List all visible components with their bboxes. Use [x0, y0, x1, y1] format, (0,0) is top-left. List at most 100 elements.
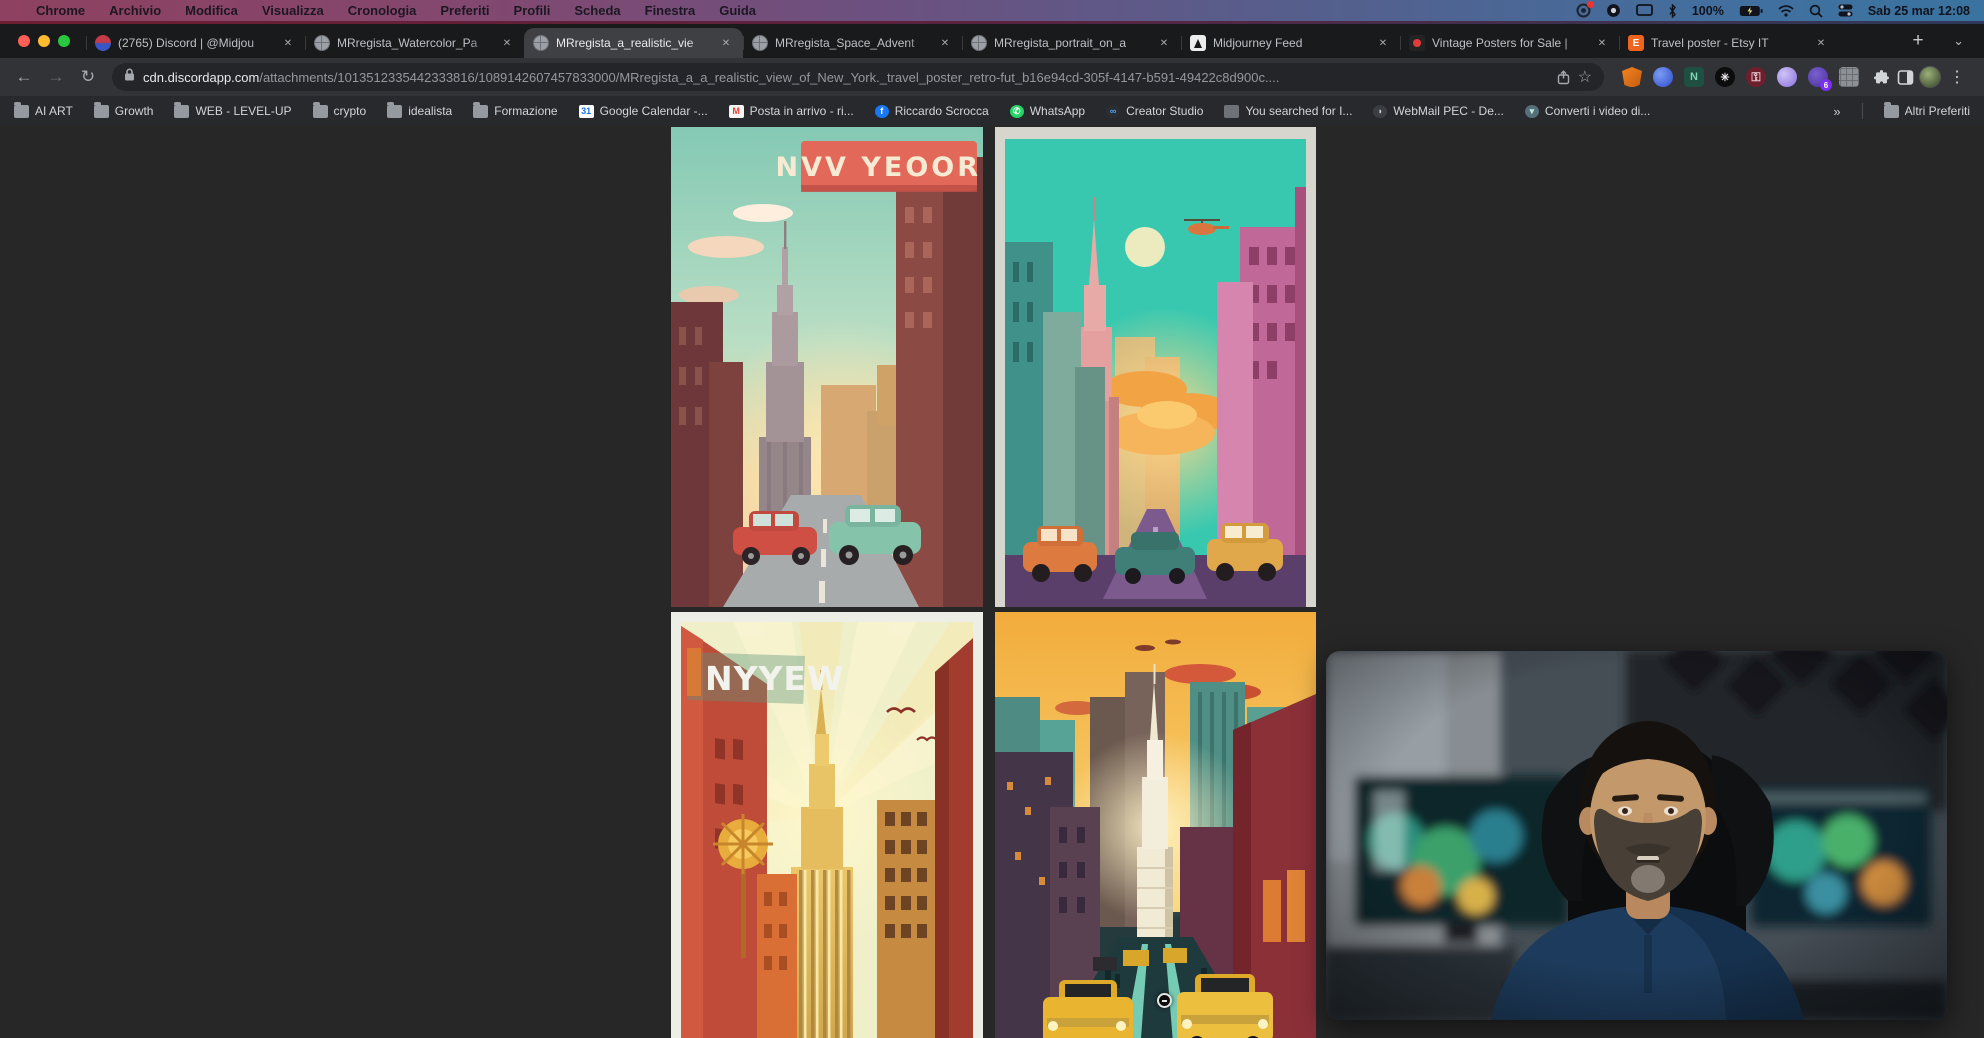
bookmark-label: You searched for I...	[1245, 104, 1352, 118]
menu-item[interactable]: Visualizza	[262, 3, 324, 18]
bookmark-item[interactable]: M Posta in arrivo - ri...	[729, 104, 854, 118]
extension-icon[interactable]	[1746, 67, 1766, 87]
menu-item[interactable]: Archivio	[109, 3, 161, 18]
extension-icon[interactable]: N	[1684, 67, 1704, 87]
extension-icon[interactable]: 6	[1808, 67, 1828, 87]
other-favorites-folder[interactable]: Altri Preferiti	[1884, 104, 1970, 118]
battery-icon[interactable]	[1739, 5, 1763, 17]
extension-icon[interactable]	[1653, 67, 1673, 87]
menu-item[interactable]: Cronologia	[348, 3, 417, 18]
bookmark-label: Creator Studio	[1126, 104, 1203, 118]
url-path: /attachments/1013512335442333816/1089142…	[259, 70, 1279, 85]
window-close-button[interactable]	[18, 35, 30, 47]
menu-item[interactable]: Modifica	[185, 3, 238, 18]
browser-tab[interactable]: Vintage Posters for Sale |	[1400, 28, 1619, 58]
bookmark-item[interactable]: WEB - LEVEL-UP	[174, 104, 291, 118]
bookmark-item[interactable]: crypto	[313, 104, 367, 118]
extension-icon[interactable]	[1777, 67, 1797, 87]
menu-item[interactable]: Finestra	[645, 3, 696, 18]
bookmarks-overflow-chevron[interactable]: »	[1833, 104, 1840, 119]
tab-title: MRregista_a_realistic_vie	[556, 36, 711, 50]
menu-item[interactable]: Chrome	[36, 3, 85, 18]
bookmark-item[interactable]: ✆ WhatsApp	[1010, 104, 1085, 118]
bookmark-item[interactable]: Growth	[94, 104, 154, 118]
bookmark-icon: 31	[579, 105, 594, 118]
control-center-icon[interactable]	[1838, 4, 1853, 17]
wifi-icon[interactable]	[1778, 5, 1794, 17]
bookmark-item[interactable]: ∞ Creator Studio	[1106, 104, 1203, 118]
tab-close-icon[interactable]	[499, 35, 515, 51]
menu-item[interactable]: Scheda	[574, 3, 620, 18]
recording-status-icon[interactable]	[1576, 3, 1591, 18]
extension-icon[interactable]: ✳	[1715, 67, 1735, 87]
tab-close-icon[interactable]	[280, 35, 296, 51]
sidebar-panel-icon[interactable]	[1895, 67, 1915, 87]
bookmark-item[interactable]: AI ART	[14, 104, 73, 118]
bluetooth-icon[interactable]	[1668, 4, 1677, 18]
tab-close-icon[interactable]	[1594, 35, 1610, 51]
menu-item[interactable]: Preferiti	[440, 3, 489, 18]
bookmark-item[interactable]: ◗ WebMail PEC - De...	[1373, 104, 1503, 118]
extension-icon[interactable]	[1839, 67, 1859, 87]
lock-icon[interactable]	[124, 68, 135, 86]
extensions-puzzle-icon[interactable]	[1871, 67, 1891, 87]
window-zoom-button[interactable]	[58, 35, 70, 47]
poster-top-left: NVV YEOORE	[671, 127, 983, 607]
bookmark-item[interactable]: ▾ Converti i video di...	[1525, 104, 1650, 118]
menu-clock[interactable]: Sab 25 mar 12:08	[1868, 4, 1970, 18]
tab-close-icon[interactable]	[1156, 35, 1172, 51]
display-icon[interactable]	[1636, 4, 1653, 17]
browser-tab[interactable]: MRregista_a_realistic_vie	[524, 28, 743, 58]
browser-tab[interactable]: E Travel poster - Etsy IT	[1619, 28, 1838, 58]
menu-item[interactable]: Profili	[514, 3, 551, 18]
browser-tab[interactable]: MRregista_Space_Advent	[743, 28, 962, 58]
macos-menu-bar: Chrome Archivio Modifica Visualizza Cronolog…	[0, 0, 1984, 21]
tab-title: MRregista_Watercolor_Pa	[337, 36, 492, 50]
extension-icon[interactable]	[1622, 67, 1642, 87]
bookmark-item[interactable]: f Riccardo Scrocca	[875, 104, 989, 118]
bookmark-label: WhatsApp	[1030, 104, 1085, 118]
tab-title: Vintage Posters for Sale |	[1432, 36, 1587, 50]
forward-button[interactable]: →	[42, 63, 70, 91]
bookmark-item[interactable]: idealista	[387, 104, 452, 118]
tab-title: MRregista_portrait_on_a	[994, 36, 1149, 50]
tab-close-icon[interactable]	[937, 35, 953, 51]
browser-tab[interactable]: MRregista_portrait_on_a	[962, 28, 1181, 58]
bookmark-icon	[14, 105, 29, 118]
tab-close-icon[interactable]	[1375, 35, 1391, 51]
bookmark-item[interactable]: 31 Google Calendar -...	[579, 104, 708, 118]
profile-avatar[interactable]	[1919, 66, 1941, 88]
midjourney-poster-grid-image[interactable]: NVV YEOORE	[671, 127, 1316, 1038]
bookmark-icon: ▾	[1525, 105, 1539, 118]
browser-tab[interactable]: Midjourney Feed	[1181, 28, 1400, 58]
browser-tab[interactable]: (2765) Discord | @Midjou	[86, 28, 305, 58]
back-button[interactable]: ←	[10, 63, 38, 91]
bookmark-label: Riccardo Scrocca	[895, 104, 989, 118]
browser-tab[interactable]: MRregista_Watercolor_Pa	[305, 28, 524, 58]
screen-record-icon[interactable]	[1606, 3, 1621, 18]
share-icon[interactable]	[1557, 70, 1570, 85]
tab-list-chevron-icon[interactable]: ⌄	[1933, 33, 1984, 49]
bookmark-icon: f	[875, 105, 889, 118]
window-controls	[0, 35, 86, 47]
tab-close-icon[interactable]	[718, 35, 734, 51]
browser-menu-icon[interactable]: ⋮	[1945, 67, 1974, 87]
address-bar[interactable]: cdn.discordapp.com/attachments/101351233…	[112, 63, 1604, 91]
tab-favicon	[533, 35, 549, 51]
extension-badge: 6	[1820, 79, 1832, 91]
window-minimize-button[interactable]	[38, 35, 50, 47]
bookmark-star-icon[interactable]: ☆	[1578, 67, 1592, 87]
menu-item[interactable]: Guida	[719, 3, 756, 18]
tabs: (2765) Discord | @Midjou MRregista_Water…	[86, 24, 1897, 58]
new-tab-button[interactable]: +	[1903, 27, 1933, 55]
tab-favicon	[1190, 35, 1206, 51]
tab-close-icon[interactable]	[1813, 35, 1829, 51]
bookmark-item[interactable]: You searched for I...	[1224, 104, 1352, 118]
tab-favicon	[95, 35, 111, 51]
bookmark-item[interactable]: Formazione	[473, 104, 557, 118]
bookmark-icon	[174, 105, 189, 118]
battery-percent: 100%	[1692, 4, 1724, 18]
poster-bottom-right	[995, 612, 1316, 1038]
spotlight-search-icon[interactable]	[1809, 4, 1823, 18]
reload-button[interactable]: ↻	[74, 63, 102, 91]
